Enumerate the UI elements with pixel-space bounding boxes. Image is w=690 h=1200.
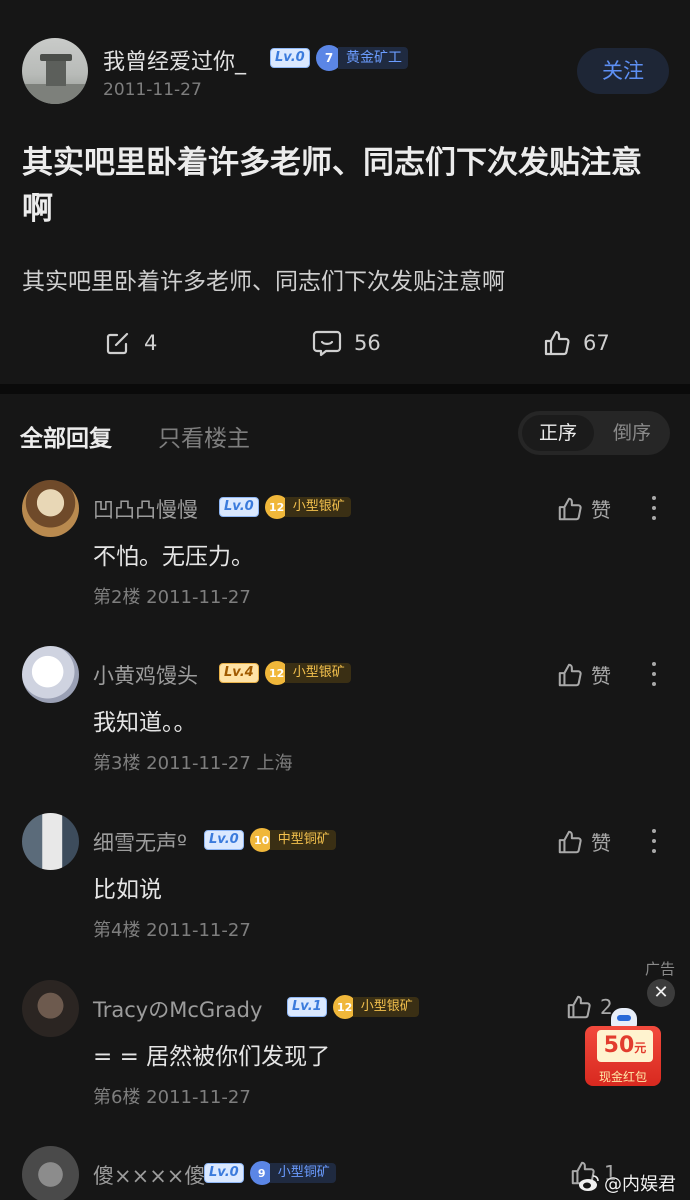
comment-icon [312,330,342,357]
avatar-scenery [22,84,88,104]
post-date: 2011-11-27 [103,80,202,100]
reply-like-button[interactable]: 赞 [557,494,611,523]
reply-meta: 第2楼 2011-11-27 [93,587,251,608]
reply-meta: 第4楼 2011-11-27 [93,920,251,941]
reply-text: 不怕。无压力。 [93,544,254,570]
share-button[interactable]: 4 [104,324,157,362]
share-count: 4 [144,331,158,355]
ad-close-icon[interactable]: ✕ [647,979,675,1007]
reply-text: 比如说 [93,877,162,903]
red-envelope-ad[interactable]: 50元 现金红包 [583,1008,663,1088]
reply-item: 细雪无声º Lv.0 10 中型铜矿 比如说 第4楼 2011-11-27 赞 [0,813,690,979]
honor-label: 小型铜矿 [269,1163,336,1183]
honor-label: 小型银矿 [284,497,351,517]
reply-avatar[interactable] [22,980,79,1037]
ad-amount: 50元 [597,1030,653,1062]
more-options-icon[interactable] [650,829,658,853]
avatar-pagoda [46,60,66,86]
reply-username[interactable]: TracyのMcGrady [93,994,262,1024]
ad-caption: 现金红包 [598,1070,647,1084]
reply-like-label: 赞 [591,664,611,688]
honor-label: 小型银矿 [352,997,419,1017]
reply-like-button[interactable]: 赞 [557,827,611,856]
comment-button[interactable]: 56 [312,324,381,362]
sort-ascending-button[interactable]: 正序 [522,415,594,451]
tab-op-only[interactable]: 只看楼主 [158,419,250,453]
reply-avatar[interactable] [22,646,79,703]
follow-button[interactable]: 关注 [577,48,669,94]
reply-item: 小黄鸡馒头 Lv.4 12 小型银矿 我知道。。 第3楼 2011-11-27 … [0,646,690,812]
reply-badges: Lv.0 9 小型铜矿 [204,1160,336,1186]
reply-username[interactable]: 小黄鸡馒头 [93,660,198,690]
thumbs-up-icon [558,497,582,520]
post-title: 其实吧里卧着许多老师、同志们下次发贴注意啊 [22,145,642,227]
op-honor-label: 黄金矿工 [338,47,408,69]
sort-toggle: 正序 倒序 [518,411,670,455]
level-badge: Lv.0 [219,497,259,517]
honor-label: 中型铜矿 [269,830,336,850]
sort-descending-button[interactable]: 倒序 [598,415,666,451]
more-options-icon[interactable] [650,662,658,686]
ad-label: 广告 [645,960,676,978]
op-level-badge: Lv.0 [270,48,310,68]
reply-badges: Lv.1 12 小型银矿 [287,994,419,1020]
level-badge: Lv.4 [219,663,259,683]
reply-badges: Lv.4 12 小型银矿 [219,660,351,686]
weibo-logo-icon [579,1175,599,1191]
tab-all-replies[interactable]: 全部回复 [20,419,112,453]
section-divider [0,384,690,394]
reply-badges: Lv.0 10 中型铜矿 [204,827,336,853]
avatar-pagoda-roof [40,54,72,61]
reply-badges: Lv.0 12 小型银矿 [219,494,351,520]
reply-meta: 第6楼 2011-11-27 [93,1087,251,1108]
reply-username[interactable]: 细雪无声º [93,827,187,857]
more-options-icon[interactable] [650,496,658,520]
reply-avatar[interactable] [22,1146,79,1200]
honor-label: 小型银矿 [284,663,351,683]
reply-avatar[interactable] [22,480,79,537]
level-badge: Lv.1 [287,997,327,1017]
thumbs-up-icon [544,330,570,356]
watermark-text: @内娱君 [604,1174,676,1195]
op-username[interactable]: 我曾经爱过你_ [103,44,246,76]
op-avatar[interactable] [22,38,88,104]
reply-username[interactable]: 凹凸凸慢慢 [93,494,198,524]
reply-item: 凹凸凸慢慢 Lv.0 12 小型银矿 不怕。无压力。 第2楼 2011-11-2… [0,480,690,646]
post-body: 其实吧里卧着许多老师、同志们下次发贴注意啊 [22,269,505,295]
thumbs-up-icon [558,663,582,686]
reply-like-button[interactable]: 赞 [557,660,611,689]
like-button[interactable]: 67 [543,324,610,362]
reply-username[interactable]: 傻××××傻 [93,1160,205,1190]
reply-avatar[interactable] [22,813,79,870]
level-badge: Lv.0 [204,830,244,850]
comment-count: 56 [354,331,381,355]
like-count: 67 [583,331,610,355]
op-honor-badge: 7 黄金矿工 [316,44,408,72]
thumbs-up-icon [558,830,582,853]
reply-text: = = 居然被你们发现了 [93,1044,331,1070]
reply-like-label: 赞 [591,831,611,855]
weibo-watermark: @内娱君 [578,1170,676,1196]
share-icon [106,332,129,355]
reply-like-label: 赞 [591,498,611,522]
post-card: 我曾经爱过你_ Lv.0 7 黄金矿工 2011-11-27 关注 其实吧里卧着… [0,0,690,384]
reply-text: 我知道。。 [93,710,197,736]
level-badge: Lv.0 [204,1163,244,1183]
reply-meta: 第3楼 2011-11-27 上海 [93,753,293,774]
